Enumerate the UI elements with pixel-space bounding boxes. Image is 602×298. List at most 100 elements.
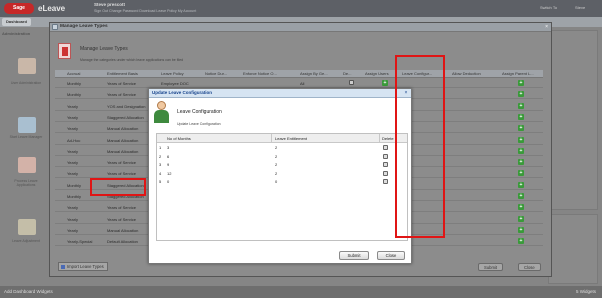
- user-avatar-icon: [154, 101, 169, 123]
- entitlement-basis-cell: Manual Allocation: [107, 227, 139, 233]
- window-submit-button[interactable]: Submit: [478, 263, 504, 271]
- no-of-months-cell[interactable]: 3: [167, 145, 169, 150]
- right-widget-panel: [548, 30, 598, 210]
- configuration-row[interactable]: 500: [157, 178, 407, 186]
- assign-parent-icon[interactable]: +: [518, 125, 524, 132]
- accrual-cell: Yearly: [67, 148, 78, 154]
- assign-parent-icon[interactable]: +: [518, 147, 524, 154]
- col-assign-by-gender[interactable]: Assign By Ge...: [300, 71, 328, 76]
- dialog-close-button[interactable]: Close: [377, 251, 405, 260]
- assign-parent-icon[interactable]: +: [518, 159, 524, 166]
- assign-parent-icon[interactable]: +: [518, 226, 524, 233]
- window-heading: Manage Leave Types: [80, 46, 128, 52]
- sidebar-item-label[interactable]: Process Leave Applications: [8, 179, 44, 187]
- assign-parent-icon[interactable]: +: [518, 102, 524, 109]
- assign-parent-icon[interactable]: +: [518, 80, 524, 86]
- col-accrual[interactable]: Accrual: [67, 71, 80, 76]
- no-of-months-cell[interactable]: 0: [167, 179, 169, 184]
- col-no-of-months[interactable]: No of Months: [167, 136, 191, 141]
- right-widget-panel-lower: [548, 214, 598, 284]
- dialog-submit-button[interactable]: Submit: [339, 251, 369, 260]
- leave-entitlement-cell[interactable]: 2: [275, 154, 277, 159]
- delete-icon[interactable]: [383, 170, 388, 176]
- edit-icon[interactable]: [349, 80, 354, 85]
- assign-users-icon[interactable]: +: [382, 80, 388, 86]
- col-notice-duration[interactable]: Notice Dur...: [205, 71, 227, 76]
- assign-by-gender-cell: All: [300, 81, 305, 86]
- user-administration-icon[interactable]: [18, 58, 36, 74]
- sidebar-item-label[interactable]: Start Leave Manager: [8, 135, 44, 139]
- assign-parent-icon[interactable]: +: [518, 113, 524, 120]
- window-title-bar[interactable]: Manage Leave Types ×: [50, 23, 551, 32]
- col-leave-policy[interactable]: Leave Policy: [161, 71, 184, 76]
- col-entitlement-basis[interactable]: Entitlement Basis: [107, 71, 138, 76]
- row-number: 5: [159, 179, 162, 184]
- assign-parent-icon[interactable]: +: [518, 170, 524, 177]
- sidebar-item-label[interactable]: Leave Adjustment: [8, 239, 44, 243]
- user-links[interactable]: Sign Out Change Password Download Leave …: [94, 9, 196, 13]
- delete-icon[interactable]: [383, 145, 388, 150]
- assign-parent-icon[interactable]: +: [518, 215, 524, 222]
- col-enforce-notice[interactable]: Enforce Notice O...: [243, 71, 277, 76]
- leave-adjustment-icon[interactable]: [18, 219, 36, 235]
- col-delete[interactable]: Delete: [382, 136, 394, 141]
- brand-name: eLeave: [38, 4, 66, 13]
- accrual-cell: Yearly: [67, 171, 78, 177]
- col-leave-entitlement[interactable]: Leave Entitlement: [275, 136, 307, 141]
- import-leave-types-button[interactable]: Import Leave Types: [58, 262, 108, 271]
- row-number: 2: [159, 153, 162, 159]
- entitlement-basis-cell: Years of Service: [107, 160, 136, 166]
- assign-parent-icon[interactable]: +: [518, 193, 524, 199]
- col-assign-users[interactable]: Assign Users: [365, 71, 389, 76]
- sidebar-item-label[interactable]: User Administration: [8, 81, 44, 85]
- leave-type-row[interactable]: Monthly Years of Service Employee DOC All + +: [55, 79, 543, 88]
- leave-entitlement-cell[interactable]: 0: [275, 179, 277, 184]
- accrual-cell: Yearly: [67, 114, 78, 120]
- accrual-cell: Yearly: [67, 160, 78, 166]
- delete-icon[interactable]: [383, 179, 388, 184]
- dialog-title-bar[interactable]: Update Leave Configuration ×: [149, 89, 411, 98]
- delete-icon[interactable]: [383, 162, 388, 167]
- window-icon: [52, 24, 58, 30]
- dialog-heading: Leave Configuration: [177, 109, 222, 115]
- entitlement-basis-cell: Manual Allocation: [107, 137, 139, 143]
- entitlement-basis-cell: Manual Allocation: [107, 126, 139, 132]
- window-title: Manage Leave Types: [60, 24, 108, 29]
- widget-count[interactable]: 5 Widgets: [576, 289, 596, 294]
- no-of-months-cell[interactable]: 6: [167, 154, 169, 159]
- process-leave-icon[interactable]: [18, 157, 36, 173]
- accrual-cell: Monthly: [67, 194, 82, 199]
- user-menu[interactable]: Steve: [575, 5, 585, 10]
- leave-entitlement-cell[interactable]: 2: [275, 171, 277, 176]
- configuration-row[interactable]: 4 12 2: [157, 170, 407, 178]
- assign-parent-icon[interactable]: +: [518, 204, 524, 211]
- col-de[interactable]: De...: [343, 71, 351, 76]
- leave-entitlement-cell[interactable]: 2: [275, 145, 277, 150]
- no-of-months-cell[interactable]: 12: [167, 171, 171, 176]
- assign-parent-icon[interactable]: +: [518, 91, 524, 98]
- col-allow-deduction[interactable]: Allow Deduction: [452, 71, 481, 76]
- configuration-row[interactable]: 262: [157, 153, 407, 161]
- window-close-button[interactable]: Close: [518, 263, 541, 271]
- add-dashboard-widgets-link[interactable]: Add Dashboard Widgets: [4, 289, 53, 294]
- window-close-icon[interactable]: ×: [545, 24, 548, 30]
- accrual-cell: Yearly: [67, 126, 78, 132]
- col-assign-parent[interactable]: Assign Parent L...: [502, 71, 534, 76]
- assign-parent-icon[interactable]: +: [518, 238, 524, 245]
- configuration-row[interactable]: 13 2: [157, 144, 407, 152]
- leave-entitlement-cell[interactable]: 2: [275, 162, 277, 167]
- accrual-cell: Ad-Hoc: [67, 137, 81, 143]
- sidebar-heading: Administration: [2, 31, 31, 36]
- configuration-row[interactable]: 39 2: [157, 161, 407, 169]
- assign-parent-icon[interactable]: +: [518, 181, 524, 188]
- entitlement-basis-cell: Years of Service: [107, 216, 136, 222]
- dashboard-tab[interactable]: Dashboard: [2, 18, 31, 26]
- start-leave-manager-icon[interactable]: [18, 117, 36, 133]
- entitlement-basis-cell: Years of Service: [107, 171, 136, 177]
- no-of-months-cell[interactable]: 9: [167, 162, 169, 167]
- delete-icon[interactable]: [383, 153, 388, 159]
- switch-to-menu[interactable]: Switch To: [540, 5, 557, 10]
- assign-parent-icon[interactable]: +: [518, 136, 524, 143]
- top-bar: Sage eLeave Steve prescott Sign Out Chan…: [0, 0, 602, 17]
- entitlement-basis-cell: YOS and Designation: [107, 103, 146, 109]
